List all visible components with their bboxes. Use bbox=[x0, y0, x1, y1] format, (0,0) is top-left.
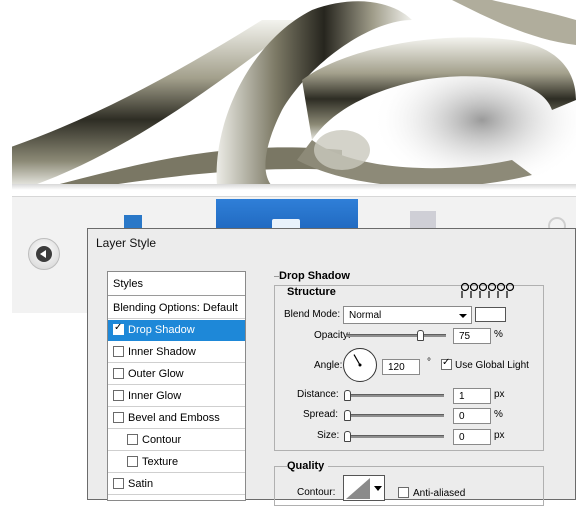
distance-slider-handle[interactable] bbox=[344, 390, 351, 401]
style-item[interactable]: Bevel and Emboss bbox=[108, 408, 245, 429]
spread-slider-track[interactable] bbox=[346, 414, 444, 417]
blend-mode-label: Blend Mode: bbox=[284, 309, 341, 320]
style-item-label: Inner Glow bbox=[128, 390, 182, 402]
anti-aliased-label: Anti-aliased bbox=[413, 488, 466, 499]
use-global-light-checkbox[interactable] bbox=[441, 357, 452, 370]
style-item-checkbox[interactable] bbox=[113, 390, 124, 401]
style-item-label: Texture bbox=[142, 456, 179, 468]
angle-unit: ° bbox=[427, 357, 431, 368]
monitor-icon[interactable] bbox=[124, 215, 142, 229]
style-item[interactable]: Satin bbox=[108, 474, 245, 495]
quality-group bbox=[274, 466, 544, 506]
use-global-light-label: Use Global Light bbox=[455, 360, 529, 371]
style-item-label: Bevel and Emboss bbox=[128, 412, 220, 424]
drop-shadow-heading: Drop Shadow bbox=[279, 270, 354, 282]
distance-unit: px bbox=[494, 389, 505, 400]
style-item-checkbox[interactable] bbox=[113, 346, 124, 357]
spread-unit: % bbox=[494, 409, 503, 420]
shadow-color-swatch[interactable] bbox=[475, 307, 506, 322]
style-item-label: Contour bbox=[142, 434, 182, 446]
angle-dial[interactable] bbox=[343, 348, 377, 382]
style-item[interactable]: Inner Shadow bbox=[108, 342, 245, 363]
contour-picker[interactable] bbox=[343, 475, 385, 501]
blend-mode-value: Normal bbox=[349, 310, 382, 321]
style-item-label: Drop Shadow bbox=[128, 324, 195, 336]
link-chain-icon bbox=[460, 282, 515, 298]
distance-slider-track[interactable] bbox=[346, 394, 444, 397]
chevron-down-icon bbox=[459, 314, 467, 318]
style-item-label: Satin bbox=[128, 478, 154, 490]
styles-list: Styles Blending Options: Default Drop Sh… bbox=[107, 271, 246, 501]
opacity-unit: % bbox=[494, 329, 503, 340]
angle-field[interactable]: 120 bbox=[382, 359, 420, 375]
chain-photo bbox=[12, 0, 576, 186]
spread-slider-handle[interactable] bbox=[344, 410, 351, 421]
size-slider-handle[interactable] bbox=[344, 431, 351, 442]
anti-aliased-checkbox[interactable] bbox=[398, 487, 409, 498]
structure-heading: Structure bbox=[287, 286, 340, 298]
style-item[interactable]: Outer Glow bbox=[108, 364, 245, 385]
size-label: Size: bbox=[317, 430, 340, 441]
layer-style-dialog: Layer Style Styles Blending Options: Def… bbox=[87, 228, 576, 506]
styles-header[interactable]: Styles bbox=[108, 272, 245, 296]
spread-label: Spread: bbox=[303, 409, 339, 420]
style-item[interactable]: Inner Glow bbox=[108, 386, 245, 407]
chain-links-image bbox=[12, 0, 576, 186]
previous-button[interactable] bbox=[28, 238, 60, 270]
distance-field[interactable]: 1 bbox=[453, 388, 491, 404]
contour-preview-icon bbox=[346, 478, 382, 499]
style-item[interactable]: Contour bbox=[108, 430, 245, 451]
style-item-checkbox[interactable] bbox=[127, 456, 138, 467]
angle-dial-needle bbox=[353, 354, 362, 367]
style-item-label: Inner Shadow bbox=[128, 346, 196, 358]
styles-header-label: Styles bbox=[113, 278, 143, 290]
photo-shadow bbox=[12, 184, 576, 190]
angle-label: Angle: bbox=[314, 360, 343, 371]
size-unit: px bbox=[494, 430, 505, 441]
blend-mode-select[interactable]: Normal bbox=[343, 306, 472, 324]
opacity-field[interactable]: 75 bbox=[453, 328, 491, 344]
style-item[interactable]: Drop Shadow bbox=[108, 320, 245, 341]
size-field[interactable]: 0 bbox=[453, 429, 491, 445]
distance-label: Distance: bbox=[297, 389, 339, 400]
opacity-slider-track[interactable] bbox=[346, 334, 446, 337]
style-item-checkbox[interactable] bbox=[127, 434, 138, 445]
contour-label: Contour: bbox=[297, 487, 336, 498]
blending-options-item[interactable]: Blending Options: Default bbox=[108, 298, 245, 319]
quality-heading: Quality bbox=[287, 460, 329, 472]
chevron-left-icon bbox=[36, 246, 52, 262]
style-item[interactable]: Texture bbox=[108, 452, 245, 473]
dialog-title: Layer Style bbox=[96, 236, 157, 250]
size-slider-track[interactable] bbox=[346, 435, 444, 438]
style-item-checkbox[interactable] bbox=[113, 412, 124, 423]
style-item-checkbox[interactable] bbox=[113, 478, 124, 489]
style-item-label: Outer Glow bbox=[128, 368, 184, 380]
style-item-checkbox[interactable] bbox=[113, 322, 124, 335]
blending-options-label: Blending Options: Default bbox=[113, 302, 238, 314]
opacity-slider-handle[interactable] bbox=[417, 330, 424, 341]
spread-field[interactable]: 0 bbox=[453, 408, 491, 424]
dialog-titlebar[interactable]: Layer Style bbox=[88, 229, 575, 255]
style-item-checkbox[interactable] bbox=[113, 368, 124, 379]
drive-icon[interactable] bbox=[410, 211, 436, 229]
